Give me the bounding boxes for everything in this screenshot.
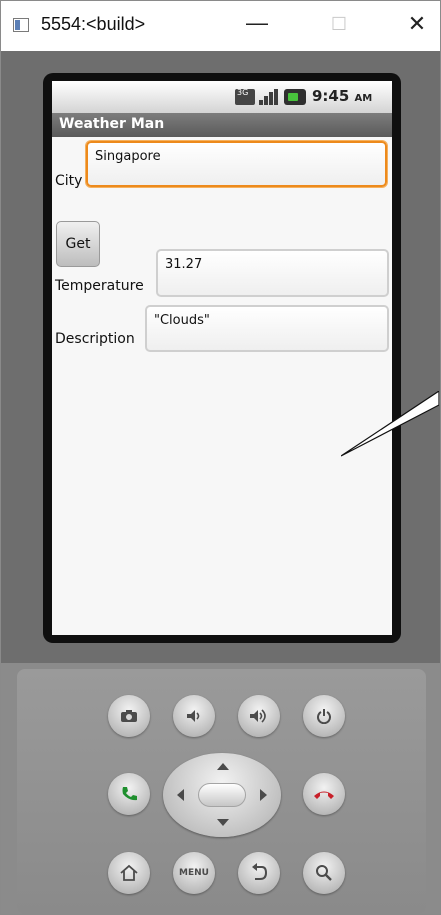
maximize-button[interactable]: ☐: [319, 11, 359, 39]
signal-icon: [259, 89, 279, 105]
end-call-icon[interactable]: [303, 773, 345, 815]
temperature-field[interactable]: 31.27: [156, 249, 389, 297]
city-input[interactable]: Singapore: [86, 141, 387, 187]
dpad-left-icon[interactable]: [177, 789, 184, 801]
device-screen: 3G 9:45 AM Weather Man City Singapore Ge…: [52, 81, 392, 635]
volume-down-icon[interactable]: [173, 695, 215, 737]
close-button[interactable]: ✕: [397, 11, 437, 39]
dpad-down-icon[interactable]: [217, 819, 229, 826]
app-window-icon: [13, 18, 29, 32]
battery-icon: [284, 89, 306, 105]
window-title: 5554:<build>: [41, 14, 146, 34]
title-bar[interactable]: 5554:<build> — ☐ ✕: [1, 1, 440, 51]
temperature-label: Temperature: [55, 278, 144, 294]
description-label: Description: [55, 331, 135, 347]
app-title-bar: Weather Man: [52, 113, 392, 137]
get-button[interactable]: Get: [56, 221, 100, 267]
status-time: 9:45 AM: [312, 87, 372, 105]
volume-up-icon[interactable]: [238, 695, 280, 737]
dpad-center-button[interactable]: [198, 783, 246, 807]
home-icon[interactable]: [108, 852, 150, 894]
callout-pointer: [341, 391, 439, 457]
description-field[interactable]: "Clouds": [145, 305, 389, 352]
back-icon[interactable]: [238, 852, 280, 894]
minimize-button[interactable]: —: [237, 11, 277, 39]
network-3g-icon: 3G: [235, 89, 255, 105]
emulator-window: 5554:<build> — ☐ ✕ 3G 9:45 AM Weather Ma…: [0, 0, 441, 915]
status-bar: 3G 9:45 AM: [52, 81, 392, 113]
power-icon[interactable]: [303, 695, 345, 737]
dpad-right-icon[interactable]: [260, 789, 267, 801]
search-icon[interactable]: [303, 852, 345, 894]
call-icon[interactable]: [108, 773, 150, 815]
dpad[interactable]: [163, 753, 281, 837]
app-title: Weather Man: [59, 116, 165, 132]
menu-button[interactable]: MENU: [173, 852, 215, 894]
status-ampm: AM: [354, 93, 373, 104]
camera-icon[interactable]: [108, 695, 150, 737]
status-clock: 9:45: [312, 87, 350, 105]
city-label: City: [55, 173, 83, 189]
dpad-up-icon[interactable]: [217, 763, 229, 770]
